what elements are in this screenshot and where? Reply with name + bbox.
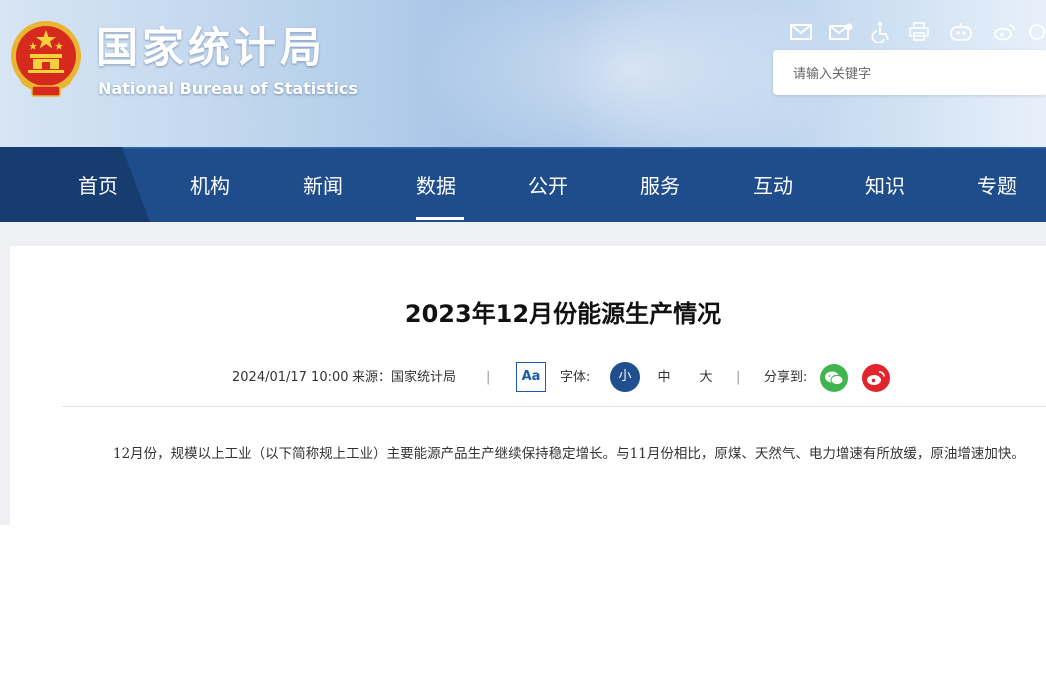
meta-separator: |: [486, 370, 491, 385]
site-title-english[interactable]: National Bureau of Statistics: [98, 79, 358, 98]
weibo-share-icon[interactable]: [862, 364, 890, 392]
nav-item-news[interactable]: 新闻: [268, 147, 378, 222]
font-size-small-button[interactable]: 小: [610, 362, 640, 392]
nav-item-disclosure[interactable]: 公开: [493, 147, 603, 222]
nav-item-services[interactable]: 服务: [605, 147, 715, 222]
nav-item-interaction[interactable]: 互动: [718, 147, 828, 222]
wechat-share-icon[interactable]: [820, 364, 848, 392]
font-size-label: 字体:: [560, 370, 591, 385]
article-title: 2023年12月份能源生产情况: [404, 300, 722, 328]
nav-item-home[interactable]: 首页: [43, 147, 153, 222]
font-size-medium-button[interactable]: 中: [654, 362, 674, 394]
article-source: 来源：国家统计局: [352, 370, 457, 385]
national-emblem-logo[interactable]: [8, 18, 84, 100]
weibo-icon[interactable]: [992, 20, 1018, 44]
font-size-large-button[interactable]: 大: [696, 362, 716, 394]
site-title-chinese[interactable]: 国家统计局: [96, 22, 326, 74]
font-toggle-button[interactable]: Aa: [516, 362, 546, 392]
accessibility-icon[interactable]: [868, 20, 894, 44]
message-icon[interactable]: [828, 20, 854, 44]
search-box: [773, 50, 1046, 95]
article-meta: 2024/01/17 10:00 来源：国家统计局 | Aa 字体: 小 中 大…: [0, 362, 1046, 394]
nav-item-organization[interactable]: 机构: [155, 147, 265, 222]
nav-item-data[interactable]: 数据: [381, 147, 491, 222]
meta-separator-2: |: [736, 370, 741, 385]
more-icon[interactable]: [1028, 20, 1046, 44]
article-paragraph: 12月份，规模以上工业（以下简称规上工业）主要能源产品生产继续保持稳定增长。与1…: [113, 446, 1025, 462]
print-icon[interactable]: [906, 20, 932, 44]
main-nav: 首页 机构 新闻 数据 公开 服务 互动 知识 专题: [0, 147, 1046, 222]
share-label: 分享到:: [764, 370, 808, 385]
publish-date: 2024/01/17 10:00: [232, 370, 349, 385]
robot-icon[interactable]: [948, 20, 974, 44]
search-input[interactable]: [791, 62, 1035, 86]
meta-divider: [62, 406, 1046, 407]
site-header: 国家统计局 National Bureau of Statistics: [0, 0, 1046, 157]
nav-item-knowledge[interactable]: 知识: [830, 147, 940, 222]
nav-item-topics[interactable]: 专题: [942, 147, 1046, 222]
mail-icon[interactable]: [788, 20, 814, 44]
